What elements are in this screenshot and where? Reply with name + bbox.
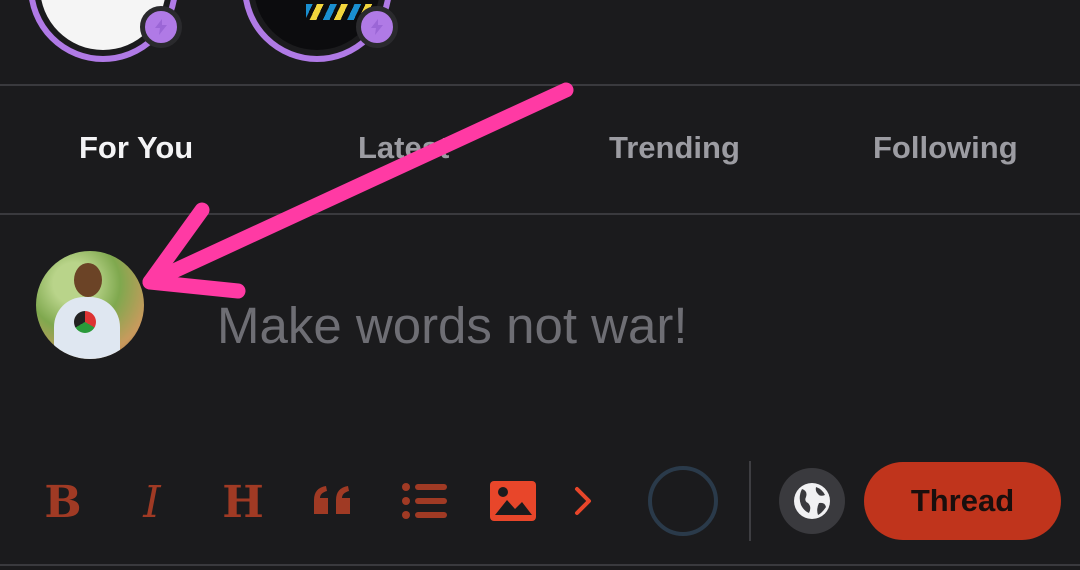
chevron-right-icon[interactable]	[566, 473, 600, 529]
bold-icon[interactable]: B	[42, 473, 84, 529]
tab-latest[interactable]: Latest	[358, 130, 449, 166]
divider	[0, 213, 1080, 215]
tab-trending[interactable]: Trending	[609, 130, 740, 166]
list-icon[interactable]	[400, 473, 450, 529]
character-count-ring	[648, 466, 718, 536]
globe-icon	[794, 483, 830, 519]
heading-icon[interactable]: H	[220, 473, 266, 529]
feed-tabs: For You Latest Trending Following	[0, 86, 1080, 213]
divider	[0, 564, 1080, 566]
tab-following[interactable]: Following	[873, 130, 1018, 166]
svg-text:B: B	[44, 479, 81, 523]
svg-text:H: H	[222, 479, 264, 523]
image-icon[interactable]	[488, 473, 538, 529]
story-avatar-1[interactable]	[28, 0, 182, 62]
composer-input[interactable]: Make words not war!	[217, 296, 688, 355]
svg-text:I: I	[142, 479, 162, 523]
visibility-button[interactable]	[779, 468, 845, 534]
italic-icon[interactable]: I	[132, 473, 172, 529]
user-avatar[interactable]	[36, 251, 144, 359]
quote-icon[interactable]	[310, 473, 356, 529]
lightning-badge-icon	[356, 6, 398, 48]
toolbar-separator	[749, 461, 751, 541]
tab-for-you[interactable]: For You	[79, 130, 193, 166]
thread-submit-button[interactable]: Thread	[864, 462, 1061, 540]
story-avatar-2[interactable]	[242, 0, 398, 62]
lightning-badge-icon	[140, 6, 182, 48]
